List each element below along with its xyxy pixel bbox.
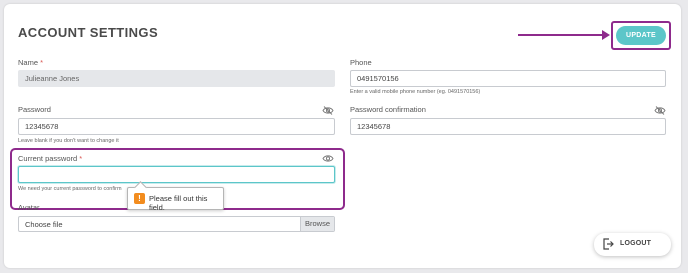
update-button[interactable]: UPDATE	[616, 26, 666, 45]
validation-tooltip: ! Please fill out this field.	[127, 187, 224, 212]
page-title: ACCOUNT SETTINGS	[18, 25, 159, 40]
browse-button[interactable]: Browse	[300, 217, 334, 231]
name-label: Name *	[18, 58, 44, 67]
phone-field[interactable]: 0491570156	[350, 70, 666, 87]
warning-icon: !	[134, 193, 145, 204]
phone-hint: Enter a valid mobile phone number (eg. 0…	[350, 89, 481, 95]
current-password-label: Current password *	[18, 154, 83, 163]
avatar-label: Avatar	[18, 203, 40, 212]
logout-button[interactable]: LOGOUT	[594, 233, 671, 256]
password-confirmation-label: Password confirmation	[350, 105, 426, 114]
password-hint: Leave blank if you don't want to change …	[18, 138, 119, 144]
name-field[interactable]: Julieanne Jones	[18, 70, 335, 87]
phone-label: Phone	[350, 58, 372, 67]
eye-icon[interactable]	[322, 154, 334, 163]
avatar-file-input[interactable]: Choose file Browse	[18, 216, 335, 232]
logout-icon	[603, 238, 614, 250]
current-password-hint: We need your current password to confirm	[18, 186, 122, 192]
password-field[interactable]: 12345678	[18, 118, 335, 135]
password-label: Password	[18, 105, 51, 114]
annotation-arrow	[518, 30, 610, 40]
current-password-field[interactable]	[18, 166, 335, 183]
password-confirmation-field[interactable]: 12345678	[350, 118, 666, 135]
file-input-label: Choose file	[25, 220, 63, 229]
logout-label: LOGOUT	[620, 240, 652, 247]
eye-slash-icon[interactable]	[322, 106, 334, 115]
eye-slash-icon[interactable]	[654, 106, 666, 115]
validation-message: Please fill out this field.	[149, 194, 208, 212]
